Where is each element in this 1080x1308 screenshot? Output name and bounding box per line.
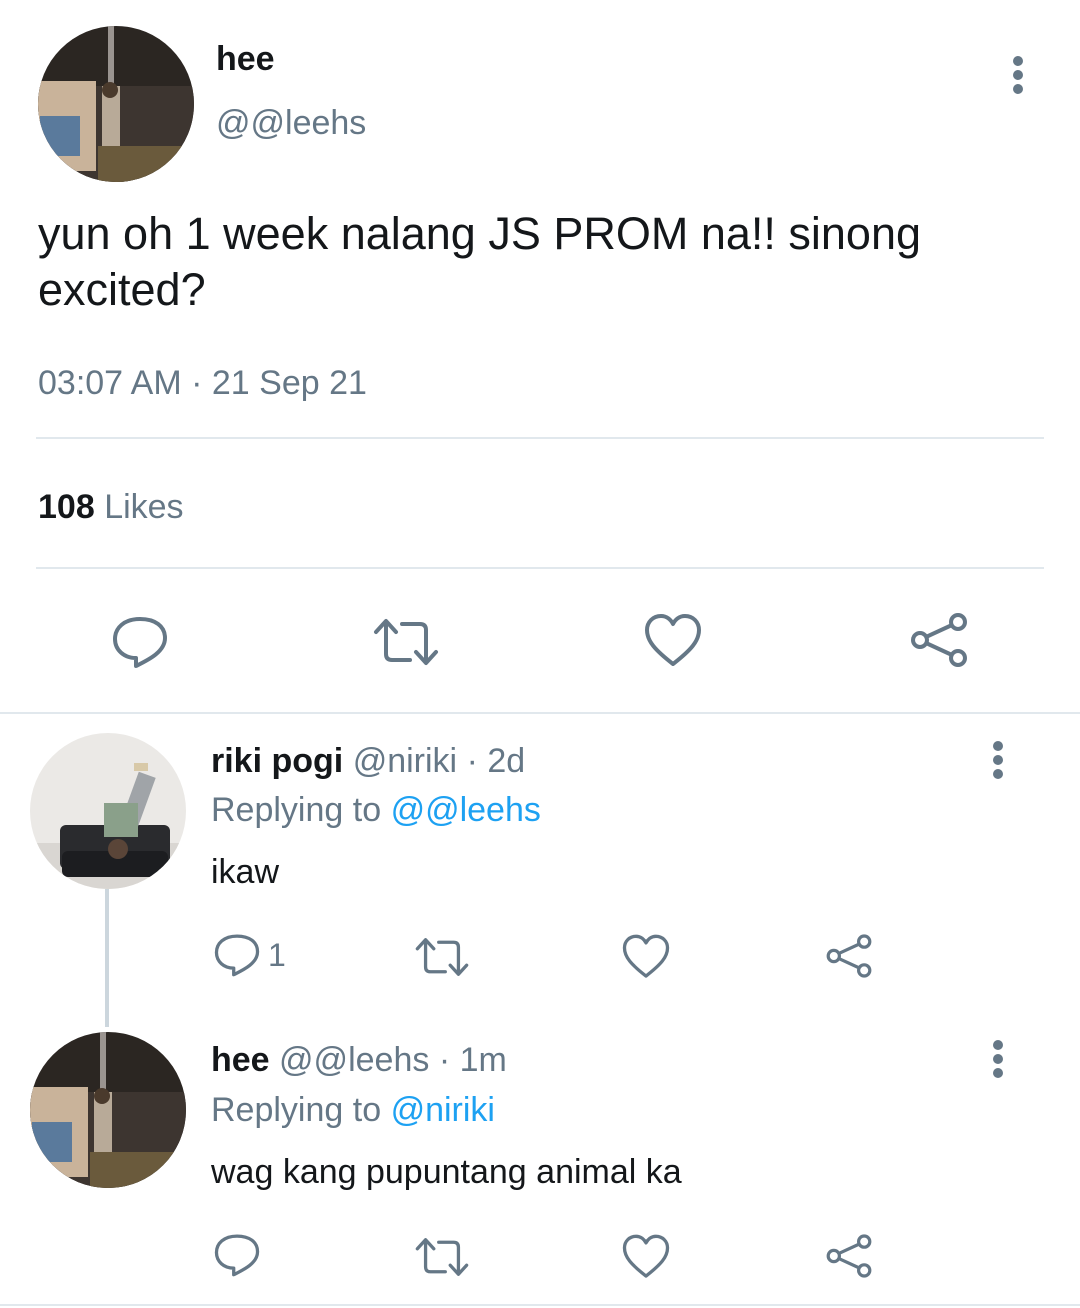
likes-summary[interactable]: 108 Likes	[38, 488, 184, 527]
main-author-avatar[interactable]	[38, 26, 194, 182]
replying-to-label: Replying to	[211, 791, 382, 829]
reply-author-handle[interactable]: @niriki	[353, 742, 457, 780]
retweet-icon	[415, 938, 469, 976]
reply-button[interactable]: 1	[212, 932, 286, 978]
reply-author-name[interactable]: riki pogi	[211, 742, 343, 780]
reply-age: · 2d	[466, 742, 526, 780]
likes-count: 108	[38, 488, 95, 526]
reply-age: · 1m	[438, 1041, 507, 1079]
reply-header: hee @@leehs · 1m	[211, 1040, 507, 1080]
share-icon	[826, 934, 872, 978]
like-button[interactable]	[643, 612, 703, 670]
share-button[interactable]	[824, 1232, 874, 1280]
reply-icon	[214, 1234, 260, 1277]
reply-count: 1	[268, 936, 286, 973]
reply-icon	[113, 617, 167, 668]
reply-overflow-menu-icon[interactable]	[991, 741, 1005, 779]
replying-to-line: Replying to @niriki	[211, 1090, 495, 1130]
share-icon	[911, 613, 967, 667]
timestamp-separator: ·	[191, 364, 203, 402]
retweet-button[interactable]	[412, 934, 472, 980]
like-icon	[622, 1234, 670, 1278]
reply-header: riki pogi @niriki · 2d	[211, 741, 525, 781]
retweet-icon	[374, 619, 438, 665]
thread-connector-line	[105, 889, 109, 1027]
divider	[36, 567, 1044, 569]
reply-button[interactable]	[212, 1232, 268, 1278]
reply-author-avatar[interactable]	[30, 733, 186, 889]
reply-icon	[214, 934, 260, 977]
replying-to-mention[interactable]: @@leehs	[391, 791, 541, 829]
reply-author-handle[interactable]: @@leehs	[279, 1041, 429, 1079]
retweet-button[interactable]	[412, 1234, 472, 1280]
reply-text: wag kang pupuntang animal ka	[211, 1153, 682, 1191]
couch-photo-avatar-image	[30, 733, 186, 889]
reply-author-name[interactable]: hee	[211, 1041, 270, 1079]
like-icon	[645, 614, 701, 666]
night-photo-avatar-image	[30, 1032, 186, 1188]
replying-to-label: Replying to	[211, 1091, 382, 1129]
replying-to-mention[interactable]: @niriki	[391, 1091, 495, 1129]
tweet-timestamp[interactable]: 03:07 AM · 21 Sep 21	[38, 364, 367, 403]
reply-overflow-menu-icon[interactable]	[991, 1040, 1005, 1078]
like-button[interactable]	[621, 933, 671, 981]
reply-button[interactable]	[110, 614, 170, 670]
divider	[36, 437, 1044, 439]
tweet-time: 03:07 AM	[38, 364, 182, 402]
like-icon	[622, 934, 670, 978]
divider	[0, 1304, 1080, 1306]
night-photo-avatar-image	[38, 26, 194, 182]
tweet-text: yun oh 1 week nalang JS PROM na!! sinong…	[38, 208, 922, 315]
retweet-button[interactable]	[370, 614, 442, 670]
main-author-handle[interactable]: @@leehs	[216, 104, 366, 143]
tweet-date: 21 Sep 21	[211, 364, 367, 402]
share-icon	[826, 1234, 872, 1278]
replying-to-line: Replying to @@leehs	[211, 790, 541, 830]
likes-label: Likes	[104, 488, 184, 526]
reply-author-avatar[interactable]	[30, 1032, 186, 1188]
retweet-icon	[415, 1238, 469, 1276]
share-button[interactable]	[824, 932, 874, 980]
divider	[0, 712, 1080, 714]
reply-text: ikaw	[211, 853, 280, 891]
like-button[interactable]	[621, 1233, 671, 1281]
main-author-name[interactable]: hee	[216, 40, 275, 79]
tweet-overflow-menu-icon[interactable]	[1011, 56, 1025, 94]
share-button[interactable]	[908, 610, 970, 670]
